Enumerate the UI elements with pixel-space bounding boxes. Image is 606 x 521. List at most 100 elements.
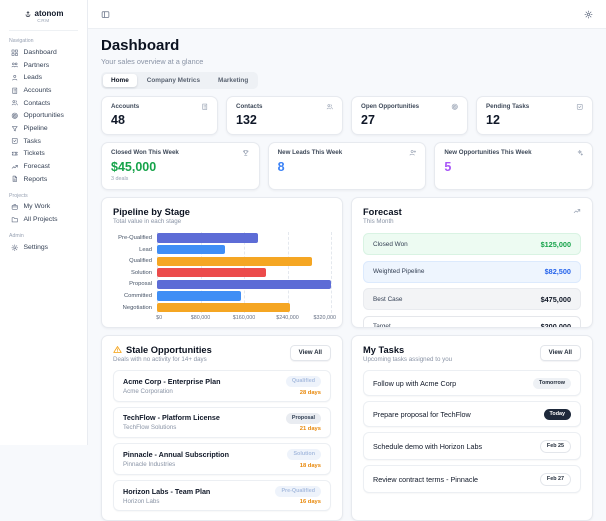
- stale-view-all-button[interactable]: View All: [290, 345, 331, 361]
- trending-up-icon: [573, 207, 581, 215]
- task-item[interactable]: Prepare proposal for TechFlow Today: [363, 401, 581, 427]
- main-area: Dashboard Your sales overview at a glanc…: [88, 0, 606, 445]
- gear-icon[interactable]: [584, 10, 593, 19]
- stat-value: 27: [361, 113, 458, 127]
- chart-category-label: Pre-Qualified: [113, 232, 157, 244]
- forecast-row-best-case: Best Case$475,000: [363, 288, 581, 310]
- tab-marketing[interactable]: Marketing: [210, 74, 256, 87]
- stale-panel: Stale Opportunities Deals with no activi…: [101, 335, 343, 521]
- forecast-row-weighted-pipeline: Weighted Pipeline$82,500: [363, 261, 581, 283]
- opportunity-name: Horizon Labs - Team Plan: [123, 487, 210, 496]
- forecast-value: $200,000: [541, 322, 571, 327]
- folder-icon: [11, 216, 19, 224]
- chart-plot: [157, 232, 331, 313]
- target-icon: [11, 112, 19, 120]
- company-name: Acme Corporation: [123, 388, 220, 395]
- panel-left-icon[interactable]: [101, 10, 110, 19]
- stat-value: 12: [486, 113, 583, 127]
- task-title: Prepare proposal for TechFlow: [373, 410, 471, 419]
- stat-card-accounts: Accounts48: [101, 96, 218, 136]
- sidebar-item-settings[interactable]: Settings: [9, 241, 78, 254]
- user-plus-icon: [409, 149, 417, 157]
- stat-subtext: 3 deals: [111, 176, 250, 182]
- tab-home[interactable]: Home: [103, 74, 137, 87]
- stale-item[interactable]: TechFlow - Platform LicenseTechFlow Solu…: [113, 407, 331, 439]
- chart-bar-pre-qualified[interactable]: [157, 233, 258, 242]
- chart-gridline: [331, 232, 332, 313]
- company-name: Horizon Labs: [123, 498, 210, 505]
- chart-tick-label: $320,000: [313, 315, 335, 321]
- task-item[interactable]: Review contract terms - PinnacleFeb 27: [363, 465, 581, 493]
- tasks-view-all-button[interactable]: View All: [540, 345, 581, 361]
- task-item[interactable]: Schedule demo with Horizon LabsFeb 25: [363, 432, 581, 460]
- tasks-subtitle: Upcoming tasks assigned to you: [363, 356, 452, 363]
- chart-category-label: Qualified: [113, 255, 157, 267]
- chart-ylabels: Pre-QualifiedLeadQualifiedSolutionPropos…: [113, 232, 157, 313]
- stale-days: 21 days: [300, 426, 321, 432]
- topbar: [88, 0, 606, 29]
- stale-item[interactable]: Pinnacle - Annual SubscriptionPinnacle I…: [113, 443, 331, 475]
- tasks-list: Follow up with Acme CorpTomorrow Prepare …: [363, 370, 581, 493]
- forecast-subtitle: This Month: [363, 218, 402, 225]
- brand-sub: CRM: [9, 19, 78, 31]
- forecast-title: Forecast: [363, 207, 402, 217]
- stale-item[interactable]: Horizon Labs - Team PlanHorizon LabsPre-…: [113, 480, 331, 512]
- sidebar-item-all-projects[interactable]: All Projects: [9, 213, 78, 226]
- stat-value: 5: [444, 160, 583, 174]
- chart-category-label: Lead: [113, 244, 157, 256]
- warning-icon: [113, 345, 122, 354]
- chart-bar-lead[interactable]: [157, 245, 225, 254]
- tab-company-metrics[interactable]: Company Metrics: [139, 74, 208, 87]
- sidebar: atonom CRM NavigationDashboardPartnersLe…: [0, 0, 88, 445]
- due-badge: Feb 27: [540, 473, 571, 486]
- task-item[interactable]: Follow up with Acme CorpTomorrow: [363, 370, 581, 396]
- chart-category-label: Solution: [113, 267, 157, 279]
- stat-value: $45,000: [111, 160, 250, 174]
- stage-badge: Proposal: [286, 413, 321, 424]
- building-icon: [11, 87, 19, 95]
- sidebar-item-tasks[interactable]: Tasks: [9, 135, 78, 148]
- task-title: Schedule demo with Horizon Labs: [373, 442, 482, 451]
- sidebar-item-opportunities[interactable]: Opportunities: [9, 109, 78, 122]
- sidebar-item-dashboard[interactable]: Dashboard: [9, 46, 78, 59]
- stale-item[interactable]: Acme Corp - Enterprise PlanAcme Corporat…: [113, 370, 331, 402]
- trending-up-icon: [11, 163, 19, 171]
- task-title: Follow up with Acme Corp: [373, 379, 456, 388]
- users-icon: [11, 99, 19, 107]
- sidebar-item-reports[interactable]: Reports: [9, 173, 78, 186]
- sidebar-item-leads[interactable]: Leads: [9, 71, 78, 84]
- chart-bar-committed[interactable]: [157, 291, 241, 300]
- sidebar-item-tickets[interactable]: Tickets: [9, 148, 78, 161]
- due-badge: Today: [544, 409, 571, 420]
- forecast-value: $125,000: [541, 240, 571, 249]
- sparkles-icon: [576, 149, 584, 157]
- pipeline-subtitle: Total value in each stage: [113, 218, 190, 225]
- week-stats-row: Closed Won This Week$45,0003 dealsNew Le…: [101, 142, 593, 190]
- pipeline-panel: Pipeline by Stage Total value in each st…: [101, 197, 343, 328]
- chart-bar-qualified[interactable]: [157, 257, 312, 266]
- stat-value: 8: [278, 160, 417, 174]
- chart-xaxis: $0$80,000$160,000$240,000$320,000: [157, 315, 331, 324]
- dashboard-icon: [11, 49, 19, 57]
- opportunity-name: TechFlow - Platform License: [123, 413, 220, 422]
- trophy-icon: [242, 149, 250, 157]
- stat-value: 132: [236, 113, 333, 127]
- sidebar-item-partners[interactable]: Partners: [9, 59, 78, 72]
- check-square-icon: [11, 137, 19, 145]
- chart-bar-proposal[interactable]: [157, 280, 331, 289]
- page-title: Dashboard: [101, 38, 593, 55]
- sidebar-item-forecast[interactable]: Forecast: [9, 160, 78, 173]
- chart-tick-label: $80,000: [191, 315, 211, 321]
- lead-icon: [11, 74, 19, 82]
- chart-bar-negotiation[interactable]: [157, 303, 290, 312]
- sidebar-item-my-work[interactable]: My Work: [9, 201, 78, 214]
- logo-icon: [24, 10, 32, 18]
- sidebar-section-label: Projects: [9, 193, 78, 199]
- tasks-panel: My Tasks Upcoming tasks assigned to you …: [351, 335, 593, 521]
- opportunity-name: Pinnacle - Annual Subscription: [123, 450, 229, 459]
- chart-bar-solution[interactable]: [157, 268, 266, 277]
- sidebar-item-contacts[interactable]: Contacts: [9, 97, 78, 110]
- sidebar-section-label: Admin: [9, 233, 78, 239]
- sidebar-item-accounts[interactable]: Accounts: [9, 84, 78, 97]
- sidebar-item-pipeline[interactable]: Pipeline: [9, 122, 78, 135]
